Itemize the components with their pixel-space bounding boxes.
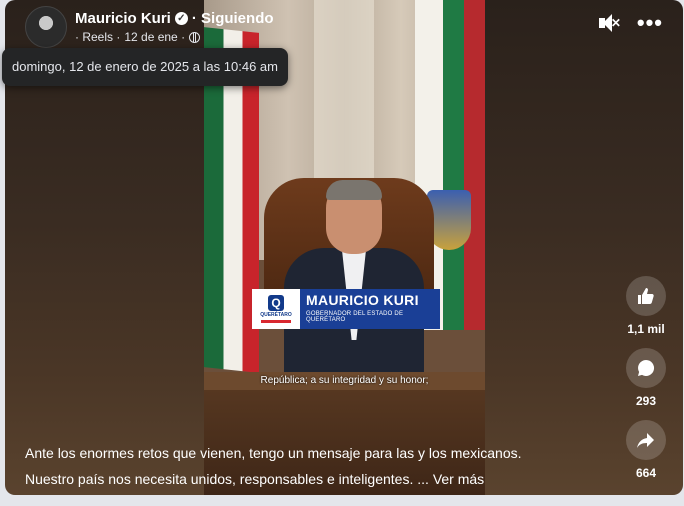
post-date[interactable]: 12 de ene ·: [124, 30, 185, 44]
globe-icon: [189, 31, 201, 43]
comment-count: 293: [635, 394, 657, 408]
like-count: 1,1 mil: [627, 322, 665, 336]
video-subtitle: República; a su integridad y su honor;: [260, 375, 429, 386]
lower-third: Q QUERÉTARO MAURICIO KURI GOBERNADOR DEL…: [252, 289, 440, 329]
date-tooltip: domingo, 12 de enero de 2025 a las 10:46…: [2, 48, 288, 86]
comment-action[interactable]: 293: [626, 348, 666, 408]
share-action[interactable]: 664: [626, 420, 666, 480]
comment-icon[interactable]: [626, 348, 666, 388]
speaker: [284, 180, 424, 380]
share-count: 664: [635, 466, 657, 480]
post-header: Mauricio Kuri ✓ · Siguiendo · Reels · 12…: [25, 6, 274, 48]
share-icon[interactable]: [626, 420, 666, 460]
like-icon[interactable]: [626, 276, 666, 316]
verified-icon: ✓: [174, 12, 188, 25]
lower-third-name: MAURICIO KURI: [306, 292, 419, 308]
follow-status[interactable]: · Siguiendo: [192, 10, 274, 27]
lower-third-title: GOBERNADOR DEL ESTADO DE QUERÉTARO: [306, 311, 404, 323]
more-icon[interactable]: •••: [637, 12, 663, 34]
queretaro-logo: Q QUERÉTARO: [252, 289, 300, 329]
post-caption: Ante los enormes retos que vienen, tengo…: [25, 440, 522, 492]
like-action[interactable]: 1,1 mil: [626, 276, 666, 336]
author-name[interactable]: Mauricio Kuri: [75, 10, 171, 27]
mute-icon[interactable]: ✕: [597, 14, 621, 32]
see-more-link[interactable]: Ver más: [433, 471, 484, 487]
caption-line-1: Ante los enormes retos que vienen, tengo…: [25, 445, 522, 461]
reels-label[interactable]: · Reels ·: [75, 30, 120, 44]
caption-line-2: Nuestro país nos necesita unidos, respon…: [25, 471, 429, 487]
action-bar: 1,1 mil 293 664: [623, 276, 669, 492]
avatar[interactable]: [25, 6, 67, 48]
